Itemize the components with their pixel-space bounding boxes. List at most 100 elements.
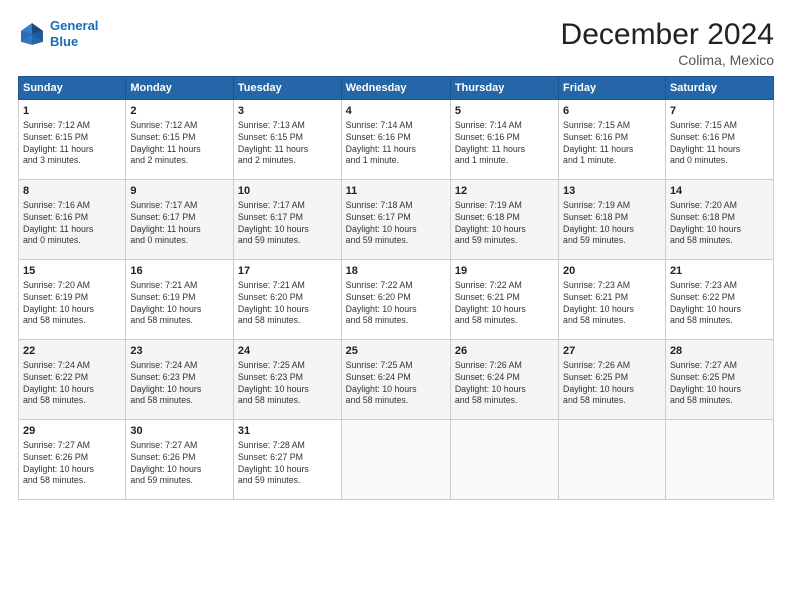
- day-number: 26: [455, 344, 554, 359]
- calendar-cell: 21Sunrise: 7:23 AM Sunset: 6:22 PM Dayli…: [665, 260, 773, 340]
- day-info: Sunrise: 7:13 AM Sunset: 6:15 PM Dayligh…: [238, 120, 337, 168]
- day-number: 13: [563, 184, 661, 199]
- day-info: Sunrise: 7:27 AM Sunset: 6:26 PM Dayligh…: [130, 440, 229, 488]
- day-number: 10: [238, 184, 337, 199]
- calendar-cell: [665, 420, 773, 500]
- day-number: 31: [238, 424, 337, 439]
- page: General Blue December 2024 Colima, Mexic…: [0, 0, 792, 612]
- calendar-cell: 1Sunrise: 7:12 AM Sunset: 6:15 PM Daylig…: [19, 100, 126, 180]
- day-info: Sunrise: 7:20 AM Sunset: 6:18 PM Dayligh…: [670, 200, 769, 248]
- calendar-cell: 15Sunrise: 7:20 AM Sunset: 6:19 PM Dayli…: [19, 260, 126, 340]
- calendar-cell: 9Sunrise: 7:17 AM Sunset: 6:17 PM Daylig…: [126, 180, 234, 260]
- day-info: Sunrise: 7:14 AM Sunset: 6:16 PM Dayligh…: [455, 120, 554, 168]
- weekday-header: Thursday: [450, 77, 558, 100]
- calendar-cell: 11Sunrise: 7:18 AM Sunset: 6:17 PM Dayli…: [341, 180, 450, 260]
- day-info: Sunrise: 7:16 AM Sunset: 6:16 PM Dayligh…: [23, 200, 121, 248]
- day-info: Sunrise: 7:17 AM Sunset: 6:17 PM Dayligh…: [238, 200, 337, 248]
- logo-text: General Blue: [50, 18, 98, 49]
- day-info: Sunrise: 7:24 AM Sunset: 6:23 PM Dayligh…: [130, 360, 229, 408]
- day-number: 9: [130, 184, 229, 199]
- day-number: 14: [670, 184, 769, 199]
- day-number: 5: [455, 104, 554, 119]
- day-number: 23: [130, 344, 229, 359]
- weekday-header: Friday: [559, 77, 666, 100]
- day-info: Sunrise: 7:21 AM Sunset: 6:20 PM Dayligh…: [238, 280, 337, 328]
- calendar-cell: 18Sunrise: 7:22 AM Sunset: 6:20 PM Dayli…: [341, 260, 450, 340]
- day-info: Sunrise: 7:14 AM Sunset: 6:16 PM Dayligh…: [346, 120, 446, 168]
- calendar-cell: 31Sunrise: 7:28 AM Sunset: 6:27 PM Dayli…: [233, 420, 341, 500]
- day-info: Sunrise: 7:17 AM Sunset: 6:17 PM Dayligh…: [130, 200, 229, 248]
- day-info: Sunrise: 7:19 AM Sunset: 6:18 PM Dayligh…: [563, 200, 661, 248]
- calendar-cell: 14Sunrise: 7:20 AM Sunset: 6:18 PM Dayli…: [665, 180, 773, 260]
- day-number: 16: [130, 264, 229, 279]
- day-info: Sunrise: 7:26 AM Sunset: 6:25 PM Dayligh…: [563, 360, 661, 408]
- calendar-cell: 30Sunrise: 7:27 AM Sunset: 6:26 PM Dayli…: [126, 420, 234, 500]
- day-number: 24: [238, 344, 337, 359]
- calendar-cell: 16Sunrise: 7:21 AM Sunset: 6:19 PM Dayli…: [126, 260, 234, 340]
- day-number: 6: [563, 104, 661, 119]
- day-number: 17: [238, 264, 337, 279]
- day-info: Sunrise: 7:27 AM Sunset: 6:26 PM Dayligh…: [23, 440, 121, 488]
- day-info: Sunrise: 7:27 AM Sunset: 6:25 PM Dayligh…: [670, 360, 769, 408]
- title-block: December 2024 Colima, Mexico: [561, 18, 774, 68]
- day-info: Sunrise: 7:18 AM Sunset: 6:17 PM Dayligh…: [346, 200, 446, 248]
- day-number: 30: [130, 424, 229, 439]
- weekday-header: Tuesday: [233, 77, 341, 100]
- day-info: Sunrise: 7:22 AM Sunset: 6:21 PM Dayligh…: [455, 280, 554, 328]
- day-number: 29: [23, 424, 121, 439]
- day-number: 4: [346, 104, 446, 119]
- calendar-cell: 10Sunrise: 7:17 AM Sunset: 6:17 PM Dayli…: [233, 180, 341, 260]
- calendar-cell: 22Sunrise: 7:24 AM Sunset: 6:22 PM Dayli…: [19, 340, 126, 420]
- weekday-header: Sunday: [19, 77, 126, 100]
- day-info: Sunrise: 7:23 AM Sunset: 6:21 PM Dayligh…: [563, 280, 661, 328]
- day-info: Sunrise: 7:22 AM Sunset: 6:20 PM Dayligh…: [346, 280, 446, 328]
- calendar-cell: 12Sunrise: 7:19 AM Sunset: 6:18 PM Dayli…: [450, 180, 558, 260]
- calendar-cell: 7Sunrise: 7:15 AM Sunset: 6:16 PM Daylig…: [665, 100, 773, 180]
- day-number: 15: [23, 264, 121, 279]
- calendar-cell: 23Sunrise: 7:24 AM Sunset: 6:23 PM Dayli…: [126, 340, 234, 420]
- day-info: Sunrise: 7:25 AM Sunset: 6:23 PM Dayligh…: [238, 360, 337, 408]
- day-info: Sunrise: 7:20 AM Sunset: 6:19 PM Dayligh…: [23, 280, 121, 328]
- calendar-cell: 24Sunrise: 7:25 AM Sunset: 6:23 PM Dayli…: [233, 340, 341, 420]
- day-info: Sunrise: 7:26 AM Sunset: 6:24 PM Dayligh…: [455, 360, 554, 408]
- weekday-header: Monday: [126, 77, 234, 100]
- day-info: Sunrise: 7:23 AM Sunset: 6:22 PM Dayligh…: [670, 280, 769, 328]
- day-number: 12: [455, 184, 554, 199]
- day-info: Sunrise: 7:15 AM Sunset: 6:16 PM Dayligh…: [563, 120, 661, 168]
- calendar-cell: 8Sunrise: 7:16 AM Sunset: 6:16 PM Daylig…: [19, 180, 126, 260]
- logo-line1: General: [50, 18, 98, 33]
- calendar-cell: 3Sunrise: 7:13 AM Sunset: 6:15 PM Daylig…: [233, 100, 341, 180]
- logo: General Blue: [18, 18, 98, 49]
- day-number: 18: [346, 264, 446, 279]
- calendar-cell: 20Sunrise: 7:23 AM Sunset: 6:21 PM Dayli…: [559, 260, 666, 340]
- day-number: 27: [563, 344, 661, 359]
- calendar-cell: [450, 420, 558, 500]
- day-info: Sunrise: 7:24 AM Sunset: 6:22 PM Dayligh…: [23, 360, 121, 408]
- calendar-cell: 13Sunrise: 7:19 AM Sunset: 6:18 PM Dayli…: [559, 180, 666, 260]
- subtitle: Colima, Mexico: [561, 52, 774, 68]
- day-info: Sunrise: 7:19 AM Sunset: 6:18 PM Dayligh…: [455, 200, 554, 248]
- calendar-cell: 25Sunrise: 7:25 AM Sunset: 6:24 PM Dayli…: [341, 340, 450, 420]
- calendar-cell: 17Sunrise: 7:21 AM Sunset: 6:20 PM Dayli…: [233, 260, 341, 340]
- main-title: December 2024: [561, 18, 774, 52]
- day-number: 11: [346, 184, 446, 199]
- calendar-cell: 6Sunrise: 7:15 AM Sunset: 6:16 PM Daylig…: [559, 100, 666, 180]
- day-info: Sunrise: 7:21 AM Sunset: 6:19 PM Dayligh…: [130, 280, 229, 328]
- weekday-header: Wednesday: [341, 77, 450, 100]
- calendar-cell: 29Sunrise: 7:27 AM Sunset: 6:26 PM Dayli…: [19, 420, 126, 500]
- calendar-cell: 5Sunrise: 7:14 AM Sunset: 6:16 PM Daylig…: [450, 100, 558, 180]
- day-info: Sunrise: 7:15 AM Sunset: 6:16 PM Dayligh…: [670, 120, 769, 168]
- logo-line2: Blue: [50, 34, 78, 49]
- calendar-cell: 27Sunrise: 7:26 AM Sunset: 6:25 PM Dayli…: [559, 340, 666, 420]
- day-number: 1: [23, 104, 121, 119]
- day-number: 2: [130, 104, 229, 119]
- header: General Blue December 2024 Colima, Mexic…: [18, 18, 774, 68]
- day-info: Sunrise: 7:25 AM Sunset: 6:24 PM Dayligh…: [346, 360, 446, 408]
- day-info: Sunrise: 7:28 AM Sunset: 6:27 PM Dayligh…: [238, 440, 337, 488]
- calendar-cell: 4Sunrise: 7:14 AM Sunset: 6:16 PM Daylig…: [341, 100, 450, 180]
- calendar-cell: [341, 420, 450, 500]
- day-number: 3: [238, 104, 337, 119]
- day-info: Sunrise: 7:12 AM Sunset: 6:15 PM Dayligh…: [130, 120, 229, 168]
- day-number: 21: [670, 264, 769, 279]
- day-number: 8: [23, 184, 121, 199]
